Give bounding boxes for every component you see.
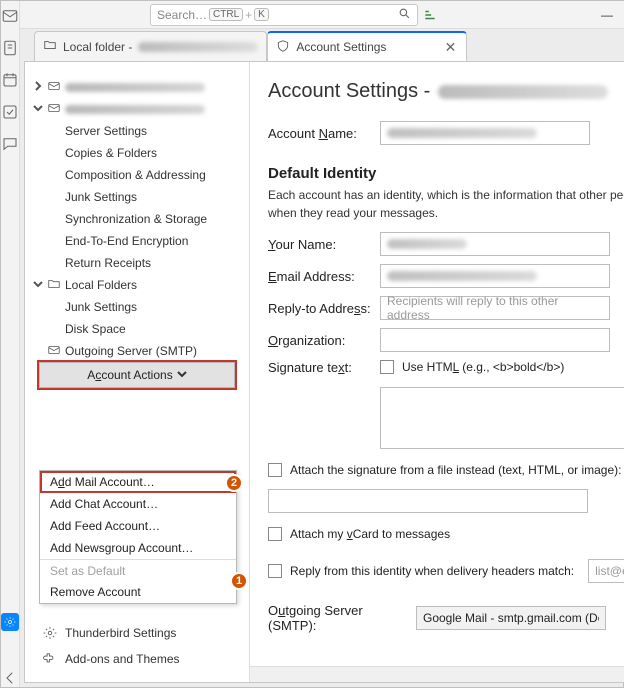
tree-sync[interactable]: Synchronization & Storage bbox=[29, 208, 245, 230]
tree-receipts[interactable]: Return Receipts bbox=[29, 252, 245, 274]
menu-remove-account[interactable]: Remove Account bbox=[40, 581, 236, 603]
account-row-2[interactable] bbox=[29, 98, 245, 120]
mail-account-icon bbox=[47, 79, 61, 96]
tree-local-disk[interactable]: Disk Space bbox=[29, 318, 245, 340]
email-label: Email Address: bbox=[268, 269, 372, 284]
your-name-input[interactable] bbox=[380, 232, 610, 256]
tree-copies-folders[interactable]: Copies & Folders bbox=[29, 142, 245, 164]
use-html-checkbox[interactable] bbox=[380, 360, 394, 374]
redacted-email bbox=[438, 85, 608, 99]
kbd-ctrl: CTRL bbox=[209, 8, 243, 21]
redacted-text bbox=[138, 42, 258, 52]
search-placeholder: Search… bbox=[157, 8, 207, 22]
tab-strip: Local folder - Account Settings ✕ bbox=[20, 29, 624, 61]
settings-icon[interactable] bbox=[1, 613, 19, 631]
chevron-right-icon bbox=[33, 80, 43, 94]
identity-description: Each account has an identity, which is t… bbox=[268, 186, 624, 222]
your-name-label: Your Name: bbox=[268, 237, 372, 252]
redacted-account bbox=[65, 105, 205, 114]
horizontal-scrollbar[interactable] bbox=[250, 666, 624, 682]
tab-account-settings[interactable]: Account Settings ✕ bbox=[267, 31, 467, 61]
account-actions-menu: Add Mail Account… Add Chat Account… Add … bbox=[39, 470, 237, 604]
attach-vcard-checkbox[interactable] bbox=[268, 527, 282, 541]
smtp-label: Outgoing Server (SMTP): bbox=[268, 603, 408, 633]
organization-label: Organization: bbox=[268, 333, 372, 348]
menu-add-mail-account[interactable]: Add Mail Account… bbox=[40, 471, 236, 493]
reply-identity-input[interactable]: list@example.com bbox=[588, 559, 624, 583]
mail-icon[interactable] bbox=[1, 7, 19, 25]
chat-icon[interactable] bbox=[1, 135, 19, 153]
tab-local-folder[interactable]: Local folder - bbox=[34, 31, 267, 61]
tab-settings-label: Account Settings bbox=[296, 40, 386, 54]
accounts-sidebar: Server Settings Copies & Folders Composi… bbox=[25, 62, 250, 682]
addons-themes-link[interactable]: Add-ons and Themes bbox=[25, 646, 249, 672]
calendar-icon[interactable] bbox=[1, 71, 19, 89]
tree-local-junk[interactable]: Junk Settings bbox=[29, 296, 245, 318]
smtp-select[interactable]: Google Mail - smtp.gmail.com (Default) bbox=[416, 606, 606, 630]
email-input[interactable] bbox=[380, 264, 610, 288]
organization-input[interactable] bbox=[380, 328, 610, 352]
chevron-down-icon bbox=[33, 278, 43, 292]
tree-server-settings[interactable]: Server Settings bbox=[29, 120, 245, 142]
account-actions-button[interactable]: Account Actions bbox=[39, 362, 235, 388]
menu-set-default: Set as Default bbox=[40, 559, 236, 581]
minimize-button[interactable]: — bbox=[589, 1, 624, 29]
account-row-1[interactable] bbox=[29, 76, 245, 98]
kbd-k: K bbox=[254, 8, 269, 21]
collapse-icon[interactable] bbox=[1, 669, 19, 687]
left-rail bbox=[1, 1, 20, 687]
tree-junk[interactable]: Junk Settings bbox=[29, 186, 245, 208]
send-icon bbox=[47, 343, 61, 360]
menu-add-feed-account[interactable]: Add Feed Account… bbox=[40, 515, 236, 537]
attach-signature-label: Attach the signature from a file instead… bbox=[290, 463, 621, 477]
signature-label: Signature text: bbox=[268, 360, 372, 375]
reply-to-input[interactable]: Recipients will reply to this other addr… bbox=[380, 296, 610, 320]
thunderbird-settings-link[interactable]: Thunderbird Settings bbox=[25, 620, 249, 646]
tree-local-folders[interactable]: Local Folders bbox=[29, 274, 245, 296]
reply-identity-checkbox[interactable] bbox=[268, 564, 282, 578]
section-default-identity: Default Identity bbox=[268, 165, 624, 182]
titlebar: Search… CTRL + K — ▢ ✕ bbox=[20, 1, 624, 29]
reply-to-label: Reply-to Address: bbox=[268, 301, 372, 316]
attach-vcard-label: Attach my vCard to messages bbox=[290, 527, 450, 541]
page-title: Account Settings - bbox=[268, 80, 430, 103]
chevron-down-icon bbox=[33, 102, 43, 116]
menu-add-newsgroup-account[interactable]: Add Newsgroup Account… bbox=[40, 537, 236, 559]
folder-icon bbox=[47, 277, 61, 294]
address-book-icon[interactable] bbox=[1, 39, 19, 57]
tasks-icon[interactable] bbox=[1, 103, 19, 121]
redacted-account bbox=[65, 83, 205, 92]
global-search[interactable]: Search… CTRL + K bbox=[150, 4, 418, 26]
tree-e2e[interactable]: End-To-End Encryption bbox=[29, 230, 245, 252]
content-area: Server Settings Copies & Folders Composi… bbox=[24, 61, 624, 683]
mail-account-icon bbox=[47, 101, 61, 118]
folder-icon bbox=[43, 38, 57, 55]
use-html-label: Use HTML (e.g., <b>bold</b>) bbox=[402, 360, 564, 374]
menu-add-chat-account[interactable]: Add Chat Account… bbox=[40, 493, 236, 515]
reply-identity-label: Reply from this identity when delivery h… bbox=[290, 564, 574, 578]
signature-textarea[interactable] bbox=[380, 387, 624, 449]
tab-close-icon[interactable]: ✕ bbox=[443, 39, 459, 56]
shield-icon bbox=[276, 39, 290, 56]
account-name-input[interactable] bbox=[380, 121, 590, 145]
tree-composition[interactable]: Composition & Addressing bbox=[29, 164, 245, 186]
signature-file-input[interactable] bbox=[268, 489, 588, 513]
app-window: Search… CTRL + K — ▢ ✕ Local folder - bbox=[0, 0, 624, 688]
search-icon bbox=[398, 7, 411, 23]
tab-local-label: Local folder - bbox=[63, 40, 132, 54]
tree-smtp[interactable]: Outgoing Server (SMTP) bbox=[29, 340, 245, 362]
step-badge-2: 2 bbox=[225, 474, 243, 492]
account-name-label: Account Name: bbox=[268, 126, 372, 141]
status-indicator-icon[interactable] bbox=[422, 4, 438, 26]
chevron-down-icon bbox=[177, 368, 187, 382]
settings-panel: Account Settings - Account Name: Default… bbox=[250, 62, 624, 682]
attach-signature-checkbox[interactable] bbox=[268, 463, 282, 477]
step-badge-1: 1 bbox=[230, 572, 248, 590]
